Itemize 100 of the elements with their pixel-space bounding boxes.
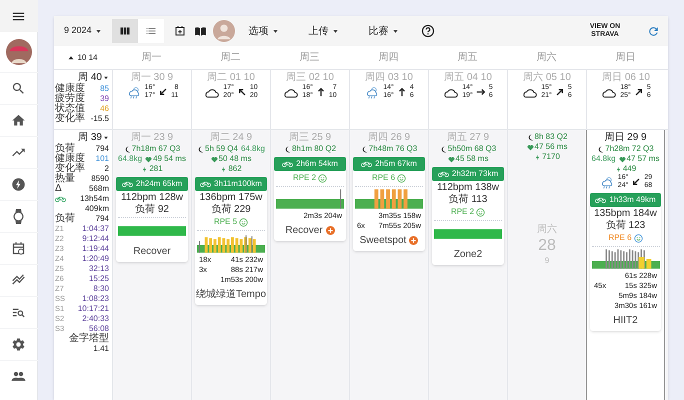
power-chart bbox=[118, 226, 186, 236]
wellness-text: 50 48 ms bbox=[218, 154, 252, 164]
wellness-text: 64.8kg bbox=[240, 144, 265, 154]
activity-stat: 负荷 113 bbox=[448, 194, 488, 205]
menu-dropdown[interactable]: 上传 bbox=[308, 24, 339, 38]
activity-stat: 112bpm 128w bbox=[120, 192, 184, 203]
stat-value: -15.5 bbox=[90, 114, 109, 124]
workout-name: Recover bbox=[285, 224, 323, 238]
menu-dropdown[interactable]: 比赛 bbox=[368, 24, 399, 38]
stat-label: 负荷 bbox=[55, 144, 75, 154]
workout-name: Zone2 bbox=[454, 248, 482, 262]
activity-stat: 112bpm 138w bbox=[436, 182, 500, 193]
activity-card[interactable]: 2h24m 65km 112bpm 128w 负荷 92 Recover bbox=[116, 177, 188, 262]
day-date: 周六 05 10 bbox=[522, 72, 572, 84]
cloud-icon bbox=[443, 86, 460, 98]
smiley-icon bbox=[476, 208, 486, 216]
wellness-text: 7h48m 76 Q3 bbox=[368, 144, 418, 154]
caret-icon bbox=[392, 28, 399, 34]
bicycle-icon bbox=[55, 195, 66, 203]
activity-stat: 负荷 92 bbox=[135, 204, 169, 215]
heart-icon bbox=[526, 144, 534, 150]
stat-label: 健康度 bbox=[55, 154, 85, 164]
wellness-text: 7170 bbox=[542, 152, 560, 162]
power-chart bbox=[355, 189, 423, 209]
bicycle-icon bbox=[282, 160, 294, 168]
empty-month: 9 bbox=[544, 255, 550, 267]
stat-value: 1:08:23 bbox=[82, 294, 109, 304]
wellness-text: 449 bbox=[622, 164, 636, 174]
wellness-text: 8h 83 Q2 bbox=[534, 132, 568, 142]
day-date: 周二 01 10 bbox=[206, 72, 256, 84]
bolt-icon bbox=[141, 166, 148, 172]
moon-icon bbox=[124, 146, 131, 152]
empty-day: 28 bbox=[538, 237, 556, 255]
stat-value: 2 bbox=[104, 164, 109, 174]
weekday-label: 周五 bbox=[458, 51, 478, 65]
heart-icon bbox=[210, 156, 218, 162]
stat-value: 39 bbox=[100, 94, 109, 104]
watch-icon[interactable] bbox=[11, 209, 26, 224]
stat-value: 409km bbox=[84, 204, 109, 214]
wellness-text: 8h1m 80 Q2 bbox=[292, 144, 336, 154]
rpe-label: RPE 6 bbox=[372, 172, 396, 184]
smiley-icon bbox=[397, 174, 406, 182]
activity-card[interactable]: 2h32m 73km 112bpm 138w 负荷 113 RPE 2 Zone2 bbox=[432, 167, 504, 265]
stat-value: 794 bbox=[96, 214, 109, 224]
power-chart bbox=[276, 189, 344, 209]
stat-label: 疲劳度 bbox=[55, 94, 85, 104]
wellness-text: 7h28m 72 Q3 bbox=[605, 144, 654, 154]
wellness-text: 47 57 ms bbox=[626, 154, 660, 164]
search-icon[interactable] bbox=[11, 81, 26, 96]
stat-label: 变化率 bbox=[55, 164, 85, 174]
plus-icon[interactable] bbox=[409, 236, 418, 245]
week-dropdown[interactable]: 周 39 bbox=[78, 132, 109, 144]
wellness-text: 862 bbox=[228, 164, 242, 174]
stat-value: 8590 bbox=[91, 174, 109, 184]
day-date: 周日 06 10 bbox=[601, 72, 651, 84]
day-date: 周三 25 9 bbox=[288, 132, 332, 144]
bolt-icon[interactable] bbox=[11, 177, 26, 192]
stat-value: 56:08 bbox=[88, 324, 109, 333]
rpe-label: RPE 2 bbox=[292, 172, 316, 184]
stat-value: 1.41 bbox=[93, 344, 109, 354]
duration-text: 2h24m 65km bbox=[136, 178, 182, 190]
plus-icon[interactable] bbox=[326, 226, 335, 235]
stat-value: 85 bbox=[100, 84, 109, 94]
power-chart bbox=[197, 233, 265, 253]
calendar-clock-icon[interactable] bbox=[11, 241, 26, 256]
wellness-text: 47 56 ms bbox=[534, 142, 568, 152]
book-icon[interactable] bbox=[194, 24, 207, 38]
help-icon[interactable] bbox=[420, 24, 435, 38]
activity-stat: 负荷 123 bbox=[606, 220, 646, 231]
collapse-icon[interactable] bbox=[68, 54, 74, 60]
bicycle-icon bbox=[200, 180, 212, 188]
week-dropdown[interactable]: 周 40 bbox=[78, 72, 109, 84]
stat-value: 9:12:44 bbox=[82, 234, 109, 244]
month-dropdown[interactable]: 9 2024 bbox=[64, 24, 102, 38]
people-icon[interactable] bbox=[11, 369, 26, 384]
duration-text: 1h33m 49km bbox=[609, 194, 656, 206]
weekday-label: 周六 bbox=[536, 50, 556, 65]
settings-icon[interactable] bbox=[11, 337, 26, 352]
smiley-icon bbox=[239, 218, 248, 226]
weekday-label: 周日 bbox=[616, 51, 636, 65]
week-range: 10 14 bbox=[77, 52, 98, 64]
activity-stat: 负荷 229 bbox=[211, 204, 251, 215]
list-icon bbox=[144, 25, 157, 37]
day-date: 周一 23 9 bbox=[130, 132, 174, 144]
weekday-label: 周三 bbox=[300, 51, 320, 65]
home-icon[interactable] bbox=[11, 113, 26, 128]
workout-name: Recover bbox=[133, 245, 171, 259]
grid-view-button[interactable] bbox=[112, 19, 138, 43]
stat-label: 变化率 bbox=[55, 114, 85, 124]
duration-text: 2h6m 54km bbox=[296, 158, 338, 170]
bolt-icon bbox=[534, 154, 542, 160]
duration-text: 2h32m 73km bbox=[452, 168, 498, 180]
day-date: 周五 04 10 bbox=[443, 72, 493, 84]
calendar-add-icon[interactable] bbox=[174, 25, 186, 37]
stat-value: 15:25 bbox=[88, 274, 109, 284]
avatar[interactable] bbox=[6, 39, 32, 65]
cloud-icon bbox=[283, 86, 300, 98]
menu-dropdown[interactable]: 选项 bbox=[248, 24, 279, 38]
stat-value: 1:19:44 bbox=[82, 244, 109, 254]
refresh-icon[interactable] bbox=[647, 24, 660, 38]
